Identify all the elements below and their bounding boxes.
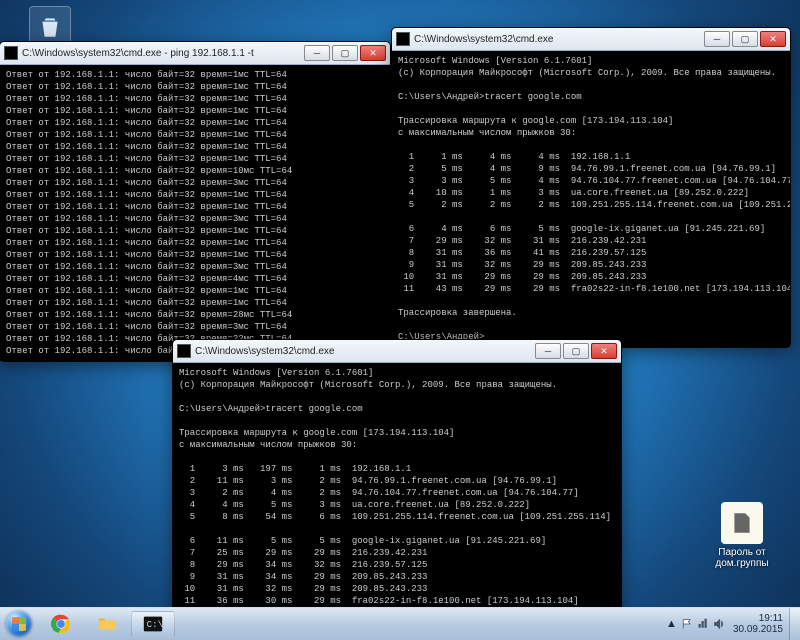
tray-expand-icon[interactable]: ▲	[666, 618, 677, 630]
maximize-button[interactable]: ▢	[732, 31, 758, 47]
cmd-icon: C:\	[142, 613, 164, 635]
close-button[interactable]: ✕	[591, 343, 617, 359]
window-title: C:\Windows\system32\cmd.exe	[195, 346, 335, 357]
network-icon[interactable]	[697, 618, 709, 630]
taskbar-item-chrome[interactable]	[39, 611, 83, 637]
minimize-button[interactable]: ─	[535, 343, 561, 359]
close-button[interactable]: ✕	[360, 45, 386, 61]
cmd-window-ping[interactable]: C:\Windows\system32\cmd.exe - ping 192.1…	[0, 42, 390, 361]
titlebar[interactable]: C:\Windows\system32\cmd.exe ─ ▢ ✕	[173, 340, 621, 363]
terminal-output[interactable]: Microsoft Windows [Version 6.1.7601] (c)…	[173, 363, 621, 640]
show-desktop-button[interactable]	[789, 608, 800, 640]
system-tray: ▲ 19:11 30.09.2015	[660, 608, 789, 640]
maximize-button[interactable]: ▢	[332, 45, 358, 61]
window-title: C:\Windows\system32\cmd.exe	[414, 34, 554, 45]
titlebar[interactable]: C:\Windows\system32\cmd.exe - ping 192.1…	[0, 42, 390, 65]
cmd-window-tracert-2[interactable]: C:\Windows\system32\cmd.exe ─ ▢ ✕ Micros…	[173, 340, 621, 640]
flag-icon[interactable]	[681, 618, 693, 630]
chrome-icon	[50, 613, 72, 635]
titlebar[interactable]: C:\Windows\system32\cmd.exe ─ ▢ ✕	[392, 28, 790, 51]
close-button[interactable]: ✕	[760, 31, 786, 47]
svg-text:C:\: C:\	[147, 619, 163, 630]
clock-time: 19:11	[733, 613, 783, 624]
taskbar-item-cmd[interactable]: C:\	[131, 611, 175, 637]
desktop-icon-label: Пароль от дом.группы	[706, 547, 778, 569]
terminal-output[interactable]: Microsoft Windows [Version 6.1.7601] (c)…	[392, 51, 790, 347]
text-file-icon	[721, 502, 763, 544]
taskbar-clock[interactable]: 19:11 30.09.2015	[729, 613, 783, 635]
clock-date: 30.09.2015	[733, 624, 783, 635]
cmd-window-tracert-1[interactable]: C:\Windows\system32\cmd.exe ─ ▢ ✕ Micros…	[392, 28, 790, 347]
minimize-button[interactable]: ─	[304, 45, 330, 61]
folder-icon	[96, 613, 118, 635]
volume-icon[interactable]	[713, 618, 725, 630]
taskbar: C:\ ▲ 19:11 30.09.2015	[0, 607, 800, 640]
minimize-button[interactable]: ─	[704, 31, 730, 47]
cmd-icon	[396, 32, 410, 46]
windows-orb-icon	[6, 611, 32, 637]
maximize-button[interactable]: ▢	[563, 343, 589, 359]
terminal-output[interactable]: Ответ от 192.168.1.1: число байт=32 врем…	[0, 65, 390, 361]
cmd-icon	[177, 344, 191, 358]
desktop-icon-note[interactable]: Пароль от дом.группы	[706, 502, 778, 569]
cmd-icon	[4, 46, 18, 60]
start-button[interactable]	[0, 608, 38, 640]
taskbar-item-explorer[interactable]	[85, 611, 129, 637]
window-title: C:\Windows\system32\cmd.exe - ping 192.1…	[22, 48, 254, 59]
